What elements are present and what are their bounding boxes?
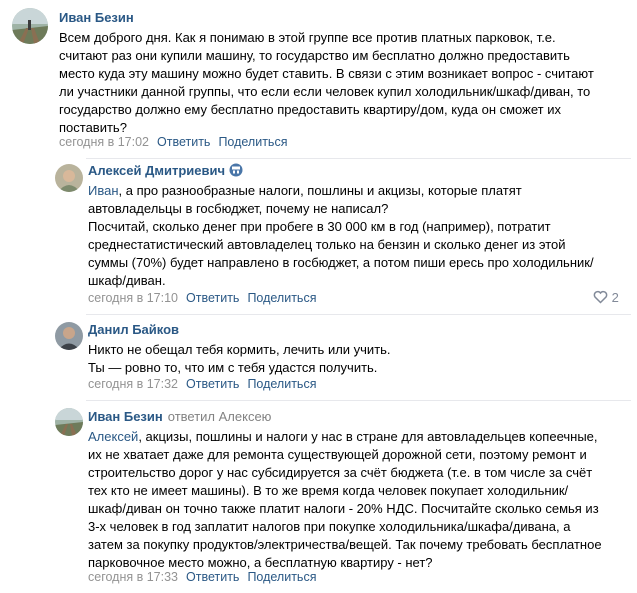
avatar[interactable] — [55, 408, 83, 436]
divider — [86, 314, 631, 315]
reply-button[interactable]: Ответить — [186, 570, 239, 584]
author-label[interactable]: Алексей Дмитриевич — [88, 163, 225, 178]
like-count: 2 — [611, 290, 619, 305]
comment-text: Иван, а про разнообразные налоги, пошлин… — [88, 182, 594, 290]
author-name[interactable]: Иван Безин — [59, 10, 134, 25]
avatar[interactable] — [12, 8, 48, 44]
text-line: , акцизы, пошлины и налоги у нас в стран… — [138, 429, 598, 444]
like-button[interactable]: 2 — [593, 290, 619, 305]
share-button[interactable]: Поделиться — [247, 570, 316, 584]
timestamp[interactable]: сегодня в 17:33 — [88, 570, 178, 584]
text-line: , а про разнообразные налоги, пошлины и … — [118, 183, 522, 198]
mention-link[interactable]: Алексей — [88, 429, 138, 444]
text-line: шкаф/диван он точно также платит налоги … — [88, 501, 599, 516]
comment-text: Всем доброго дня. Как я понимаю в этой г… — [59, 29, 594, 137]
text-line: Ты — ровно то, что им с тебя удастся пол… — [88, 360, 378, 375]
text-line: государство должно ему бесплатно предост… — [59, 102, 561, 117]
comment-meta: сегодня в 17:10 Ответить Поделиться — [88, 291, 316, 305]
text-line: шкаф/диван. — [88, 273, 166, 288]
text-line: их не хватает даже для ремонта существую… — [88, 447, 587, 462]
comment-text: Алексей, акцизы, пошлины и налоги у нас … — [88, 428, 602, 572]
reply-button[interactable]: Ответить — [186, 291, 239, 305]
comment-text: Никто не обещал тебя кормить, лечить или… — [88, 341, 391, 377]
timestamp[interactable]: сегодня в 17:10 — [88, 291, 178, 305]
reply-button[interactable]: Ответить — [157, 135, 210, 149]
text-line: считают раз они купили машину, то госуда… — [59, 48, 570, 63]
share-button[interactable]: Поделиться — [247, 377, 316, 391]
share-button[interactable]: Поделиться — [218, 135, 287, 149]
text-line: среднестатистический автовладелец только… — [88, 237, 566, 252]
heart-icon — [593, 290, 608, 305]
author-name[interactable]: Иван Безин ответил Алексею — [88, 409, 271, 424]
text-line: суммы (70%) будет направлено в госбюджет… — [88, 255, 594, 270]
text-line: ли участники данной группы, что если есл… — [59, 84, 591, 99]
comment-meta: сегодня в 17:33 Ответить Поделиться — [88, 570, 316, 584]
divider — [86, 158, 631, 159]
text-line: 3-х человек в год заплатит налогов при п… — [88, 519, 571, 534]
author-name[interactable]: Данил Байков — [88, 322, 179, 337]
comment-meta: сегодня в 17:02 Ответить Поделиться — [59, 135, 287, 149]
text-line: Всем доброго дня. Как я понимаю в этой г… — [59, 30, 556, 45]
comment-meta: сегодня в 17:32 Ответить Поделиться — [88, 377, 316, 391]
reply-to-label[interactable]: ответил Алексею — [168, 409, 272, 424]
text-line: Никто не обещал тебя кормить, лечить или… — [88, 342, 391, 357]
avatar[interactable] — [55, 164, 83, 192]
timestamp[interactable]: сегодня в 17:02 — [59, 135, 149, 149]
text-line: затем за покупку продуктов/электричества… — [88, 537, 602, 552]
timestamp[interactable]: сегодня в 17:32 — [88, 377, 178, 391]
avatar[interactable] — [55, 322, 83, 350]
author-label[interactable]: Иван Безин — [88, 409, 163, 424]
text-line: Посчитай, сколько денег при пробеге в 30… — [88, 219, 551, 234]
text-line: тех кто не имеет машины). В то же время … — [88, 483, 569, 498]
text-line: строительство дорог у нас субсидируется … — [88, 465, 593, 480]
author-name[interactable]: Алексей Дмитриевич — [88, 163, 243, 180]
comments-feed: Иван Безин Всем доброго дня. Как я поним… — [0, 0, 637, 593]
divider — [86, 400, 631, 401]
share-button[interactable]: Поделиться — [247, 291, 316, 305]
text-line: автовладельцы в госбюджет, почему не нап… — [88, 201, 389, 216]
mention-link[interactable]: Иван — [88, 183, 119, 198]
blue-badge-icon — [229, 163, 243, 180]
reply-button[interactable]: Ответить — [186, 377, 239, 391]
text-line: место куда эту машину можно будет ставит… — [59, 66, 594, 81]
